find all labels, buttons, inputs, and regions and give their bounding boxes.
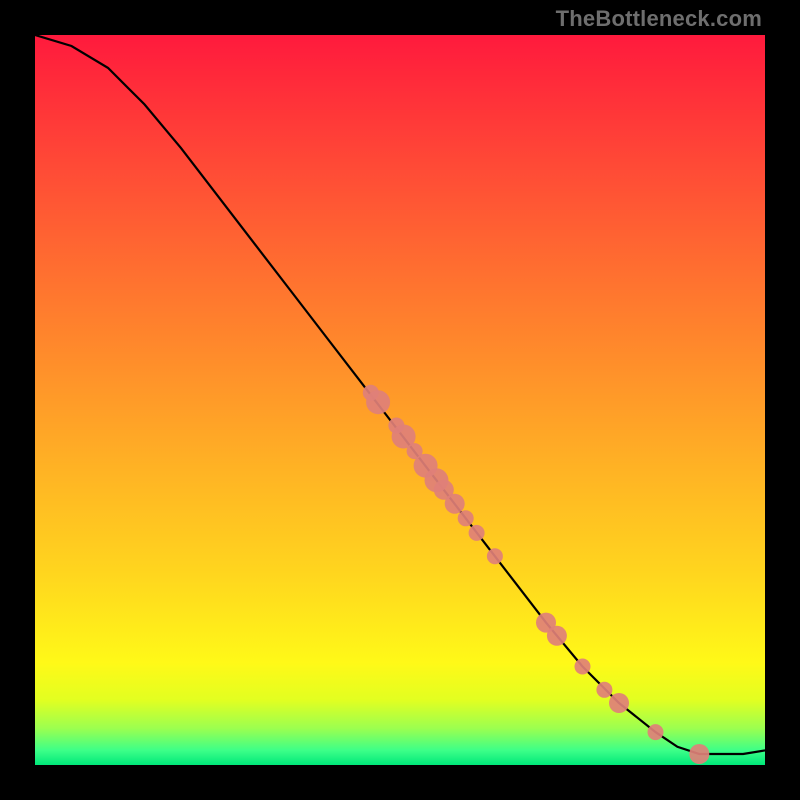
- marker-point: [648, 724, 664, 740]
- watermark-text: TheBottleneck.com: [556, 6, 762, 32]
- marker-point: [458, 510, 474, 526]
- plot-area: [35, 35, 765, 765]
- marker-point: [366, 390, 390, 414]
- marker-point: [469, 525, 485, 541]
- marker-point: [689, 744, 709, 764]
- marker-group: [363, 385, 710, 764]
- marker-point: [445, 494, 465, 514]
- marker-point: [609, 693, 629, 713]
- chart-stage: TheBottleneck.com: [0, 0, 800, 800]
- marker-point: [575, 659, 591, 675]
- curve-path: [35, 35, 765, 754]
- curve-layer: [35, 35, 765, 765]
- marker-point: [596, 682, 612, 698]
- marker-point: [487, 548, 503, 564]
- marker-point: [547, 626, 567, 646]
